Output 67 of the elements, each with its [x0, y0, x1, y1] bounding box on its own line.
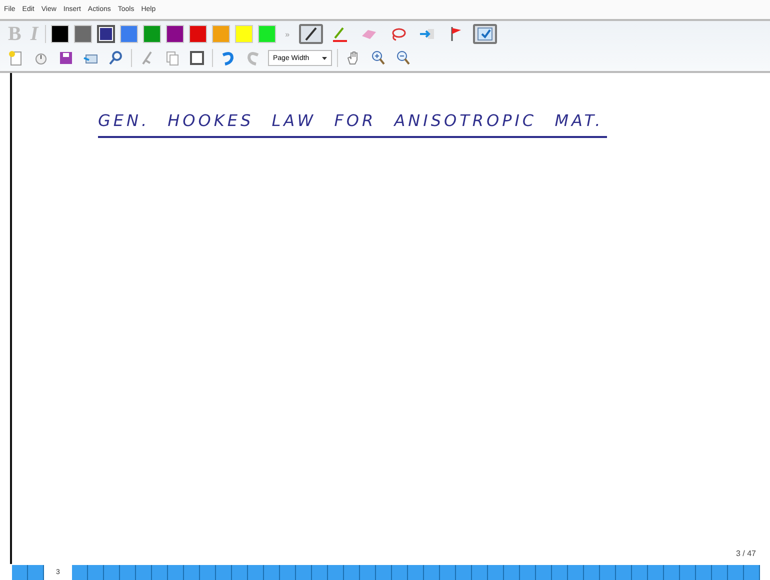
- page-thumbnail[interactable]: [552, 564, 568, 580]
- page-thumbnail[interactable]: [168, 564, 184, 580]
- page-thumbnail[interactable]: [28, 564, 44, 580]
- page-thumbnail[interactable]: [72, 564, 88, 580]
- redo-icon: [245, 50, 261, 66]
- paste-button[interactable]: [187, 48, 207, 68]
- page-indicator: 3 / 47: [736, 549, 756, 558]
- page-thumbnail[interactable]: [424, 564, 440, 580]
- page-thumbnail[interactable]: [728, 564, 744, 580]
- copy-icon: [164, 50, 180, 66]
- page-thumbnail[interactable]: [408, 564, 424, 580]
- zoom-out-icon: [395, 50, 411, 66]
- page-thumbnail[interactable]: [120, 564, 136, 580]
- page-thumbnail[interactable]: [456, 564, 472, 580]
- view-tool-button[interactable]: [472, 24, 497, 44]
- page-thumbnail[interactable]: [696, 564, 712, 580]
- search-icon: [108, 50, 124, 66]
- color-swatch[interactable]: [97, 25, 116, 43]
- flag-icon: [448, 26, 463, 42]
- page-thumbnail[interactable]: [744, 564, 760, 580]
- page-thumbnail[interactable]: [648, 564, 664, 580]
- page-thumbnail[interactable]: [392, 564, 408, 580]
- page-thumbnail[interactable]: [536, 564, 552, 580]
- page-thumbnail[interactable]: [104, 564, 120, 580]
- pen-tool-button[interactable]: [298, 24, 323, 44]
- page-thumbnail[interactable]: [488, 564, 504, 580]
- page-thumbnail[interactable]: [440, 564, 456, 580]
- page-thumbnail[interactable]: [232, 564, 248, 580]
- pen-icon: [302, 26, 319, 42]
- page-thumbnail[interactable]: [712, 564, 728, 580]
- handwritten-heading: GEN. HOOKES LAW FOR ANISOTROPIC MAT.: [98, 111, 608, 138]
- page-thumbnail[interactable]: [360, 564, 376, 580]
- page-thumbnail[interactable]: [600, 564, 616, 580]
- undo-icon: [220, 50, 236, 66]
- highlighter-icon: [332, 26, 348, 42]
- page-thumbnail[interactable]: [520, 564, 536, 580]
- page-thumbnail[interactable]: [312, 564, 328, 580]
- page-thumbnail[interactable]: [88, 564, 104, 580]
- page-thumbnail[interactable]: [280, 564, 296, 580]
- page-thumbnail[interactable]: [248, 564, 264, 580]
- page-thumbnail[interactable]: [680, 564, 696, 580]
- caret-icon: [322, 56, 327, 60]
- page-thumbnail[interactable]: [264, 564, 280, 580]
- page-thumbnail[interactable]: [296, 564, 312, 580]
- page-thumbnail[interactable]: [568, 564, 584, 580]
- lasso-icon: [390, 27, 406, 41]
- page-thumbnail[interactable]: [472, 564, 488, 580]
- insert-space-icon: [418, 27, 435, 41]
- new-note-icon: [8, 50, 24, 66]
- page-thumbnail[interactable]: [632, 564, 648, 580]
- page-thumbnail[interactable]: [584, 564, 600, 580]
- page-thumbnail[interactable]: [152, 564, 168, 580]
- view-toggle-icon: [476, 27, 493, 41]
- page-thumbnail[interactable]: [664, 564, 680, 580]
- page-thumbnail[interactable]: [12, 564, 28, 580]
- page-thumbnail[interactable]: [216, 564, 232, 580]
- page-thumbnail[interactable]: [200, 564, 216, 580]
- page-thumbnail[interactable]: [184, 564, 200, 580]
- page-thumbnail[interactable]: [328, 564, 344, 580]
- eraser-icon: [360, 28, 377, 40]
- zoom-in-icon: [370, 50, 386, 66]
- page-thumbnail[interactable]: [376, 564, 392, 580]
- save-icon: [58, 50, 74, 66]
- page-thumbnail[interactable]: [616, 564, 632, 580]
- page-thumbnail[interactable]: [504, 564, 520, 580]
- page-thumbnail[interactable]: [344, 564, 360, 580]
- page-thumbnail[interactable]: [136, 564, 152, 580]
